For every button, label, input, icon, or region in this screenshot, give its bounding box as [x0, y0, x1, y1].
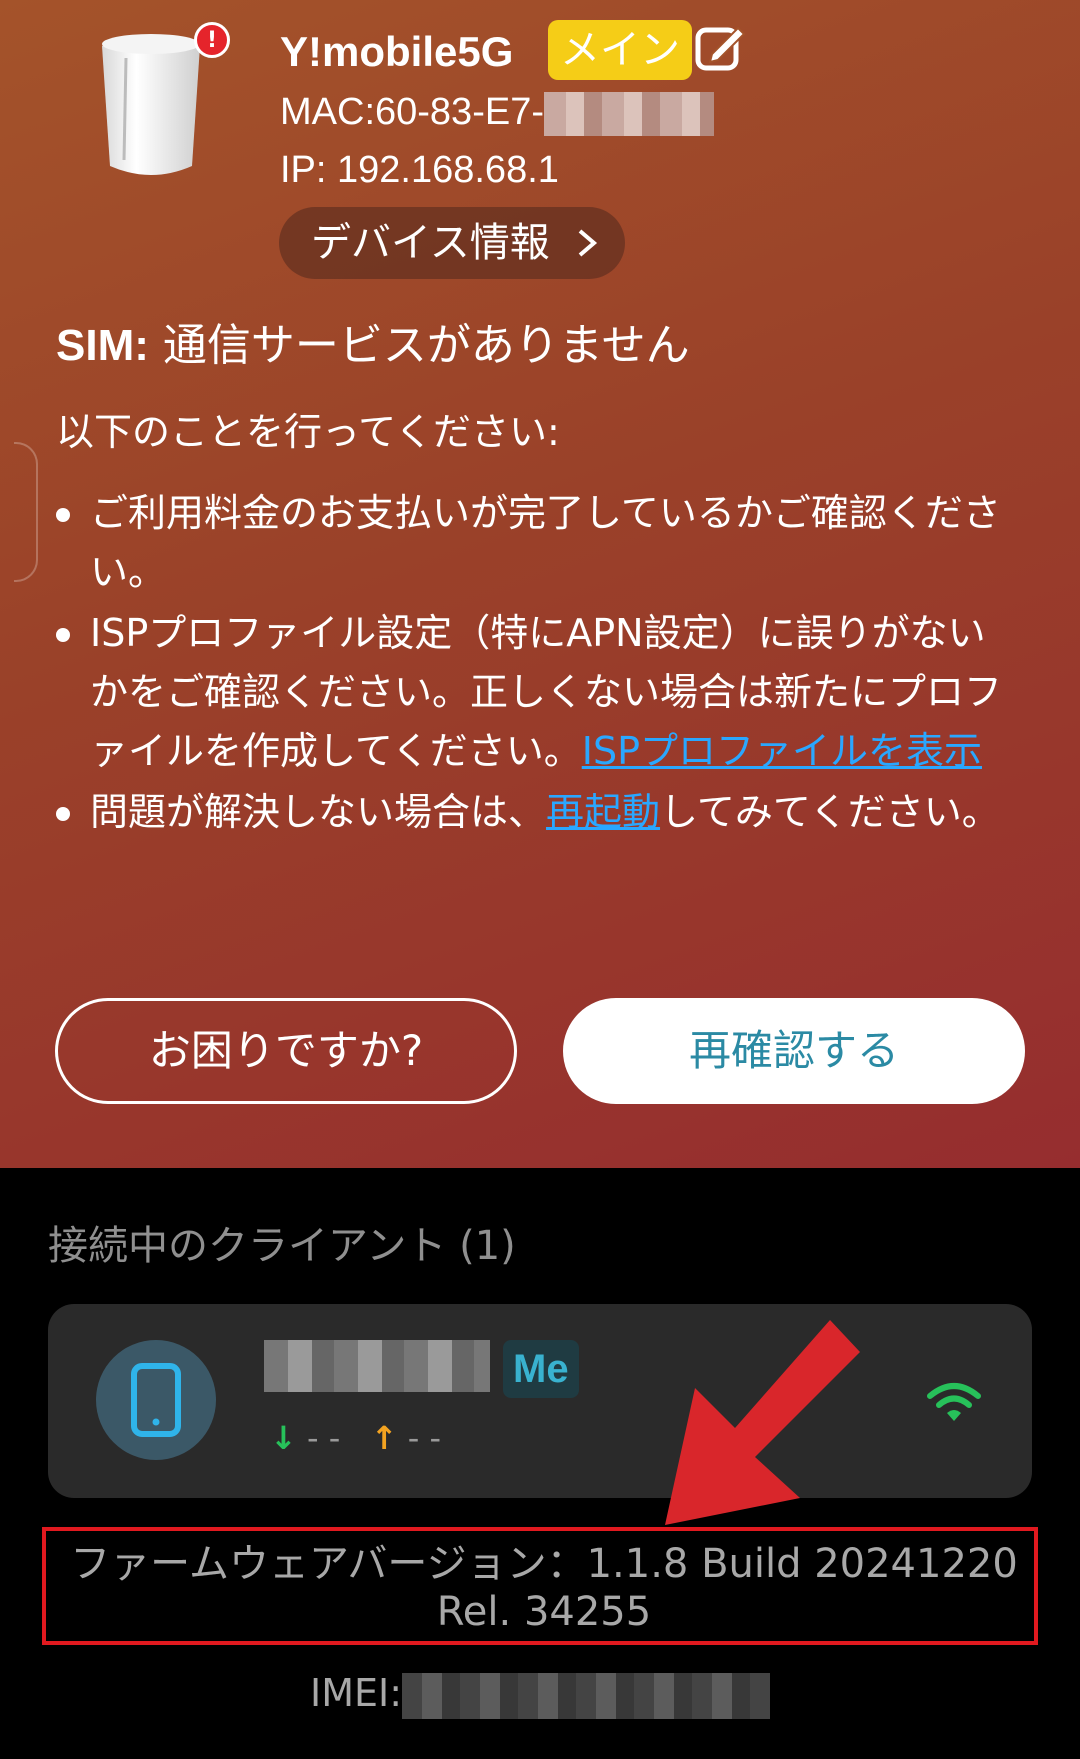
avatar	[96, 1340, 216, 1460]
instructions-list: ご利用料金のお支払いが完了しているかご確認ください。 ISPプロファイル設定（特…	[56, 484, 1016, 842]
list-item: ISPプロファイル設定（特にAPN設定）に誤りがないかをご確認ください。正しくな…	[56, 604, 1016, 781]
clients-title: 接続中のクライアント (1)	[48, 1223, 516, 1269]
isp-profile-link[interactable]: ISPプロファイルを表示	[582, 729, 982, 773]
list-item: 問題が解決しない場合は、再起動してみてください。	[56, 783, 1016, 842]
mac-redacted	[543, 91, 714, 136]
firmware-version-text: ファームウェアバージョン：1.1.8 Build 20241220	[70, 1541, 1018, 1587]
bullet-icon	[56, 807, 70, 821]
bullet-text-end: してみてください。	[660, 790, 1000, 834]
sim-status-text: 通信サービスがありません	[162, 320, 690, 371]
router-icon	[102, 34, 200, 175]
device-info-label: デバイス情報	[311, 220, 550, 266]
sim-label: SIM:	[56, 321, 149, 370]
recheck-button[interactable]: 再確認する	[563, 998, 1025, 1104]
imei: IMEI:	[310, 1667, 771, 1719]
wifi-icon	[927, 1383, 981, 1421]
mac-address: MAC:60-83-E7-	[280, 88, 714, 136]
side-drawer-handle[interactable]	[14, 442, 38, 582]
bullet-icon	[56, 508, 70, 522]
me-badge: Me	[503, 1340, 579, 1398]
arrow-down-icon: ↓	[270, 1419, 297, 1457]
device-name: Y!mobile5G	[280, 28, 514, 75]
firmware-release-text: Rel. 34255	[436, 1589, 652, 1635]
bullet-icon	[56, 628, 70, 642]
client-name-redacted	[264, 1340, 490, 1392]
help-button[interactable]: お困りですか?	[55, 998, 517, 1104]
up-rate: - -	[407, 1419, 442, 1457]
reboot-link[interactable]: 再起動	[546, 790, 660, 834]
instructions-heading: 以下のことを行ってください:	[56, 410, 560, 454]
firmware-version-highlight: ファームウェアバージョン：1.1.8 Build 20241220 Rel. 3…	[42, 1527, 1038, 1645]
device-info-button[interactable]: デバイス情報	[279, 207, 625, 279]
status-panel: ! Y!mobile5G メイン MAC:60-83-E7- IP: 192.1…	[0, 0, 1080, 1168]
chevron-right-icon	[578, 229, 598, 257]
edit-icon[interactable]	[694, 22, 746, 74]
traffic-rates: ↓ - - ↑ - -	[270, 1418, 441, 1458]
bullet-text: 問題が解決しない場合は、	[90, 790, 547, 834]
imei-redacted	[402, 1672, 771, 1719]
alert-badge: !	[194, 22, 230, 58]
sim-status: SIM: 通信サービスがありません	[56, 318, 690, 374]
list-item: ご利用料金のお支払いが完了しているかご確認ください。	[56, 484, 1016, 602]
arrow-up-icon: ↑	[370, 1419, 398, 1457]
bullet-text: ご利用料金のお支払いが完了しているかご確認ください。	[90, 491, 1001, 594]
down-rate: - -	[306, 1419, 341, 1457]
imei-label: IMEI:	[310, 1671, 403, 1715]
phone-icon	[131, 1363, 181, 1437]
mac-label: MAC:60-83-E7-	[280, 91, 544, 133]
annotation-arrow	[665, 1320, 860, 1525]
client-card[interactable]: Me ↓ - - ↑ - -	[48, 1304, 1032, 1498]
ip-address: IP: 192.168.68.1	[280, 149, 559, 191]
main-badge: メイン	[548, 20, 692, 80]
